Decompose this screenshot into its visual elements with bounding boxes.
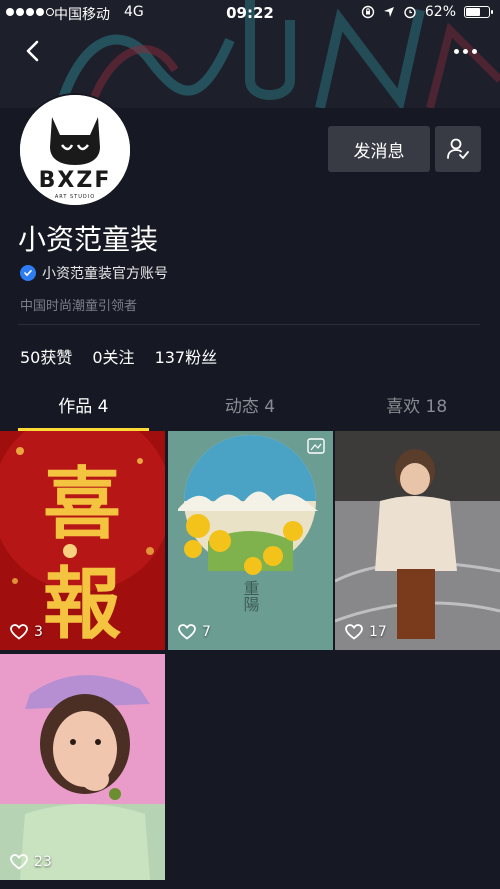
- thumbnail-art: [335, 431, 500, 650]
- like-count-value: 3: [34, 624, 43, 640]
- stat-likes: 50获赞: [20, 348, 73, 367]
- video-thumbnail[interactable]: 17: [335, 431, 500, 650]
- verified-row: 小资范童装官方账号: [20, 263, 168, 283]
- display-name: 小资范童装: [18, 223, 159, 256]
- chevron-left-icon: [26, 40, 39, 62]
- like-count: 23: [10, 854, 52, 870]
- like-count: 17: [345, 624, 387, 640]
- logo-subtext: ART STUDIO: [55, 194, 95, 200]
- video-thumbnail[interactable]: 重陽 7: [168, 431, 333, 650]
- tab-likes[interactable]: 喜欢 18: [333, 385, 500, 429]
- follow-button[interactable]: [435, 126, 481, 172]
- stat-following[interactable]: 0关注: [92, 344, 134, 368]
- heart-icon: [178, 624, 196, 640]
- like-count: 7: [178, 624, 211, 640]
- profile-tabs: 作品 4 动态 4 喜欢 18: [0, 385, 500, 431]
- verified-label: 小资范童装官方账号: [42, 266, 168, 282]
- like-count: 3: [10, 624, 43, 640]
- video-thumbnail[interactable]: 喜 報 3: [0, 431, 165, 650]
- overlay-text-bao: 報: [43, 559, 121, 650]
- more-dot: [453, 48, 459, 54]
- back-button[interactable]: [18, 36, 48, 66]
- logo-text: BXZF: [39, 168, 112, 193]
- status-bar: 中国移动 4G 09:22 62%: [0, 0, 500, 26]
- divider: [18, 324, 480, 325]
- thumbnail-art: 喜 報: [0, 431, 165, 650]
- location-icon: [383, 7, 394, 17]
- video-thumbnail[interactable]: 23: [0, 654, 165, 880]
- thumbnail-art: 重陽: [168, 431, 333, 650]
- verified-icon: [20, 265, 36, 281]
- heart-icon: [345, 624, 363, 640]
- overlay-text-xi: 喜: [43, 459, 121, 550]
- overlay-text-chongyang: 重陽: [241, 580, 260, 612]
- bio: 中国时尚潮童引领者: [20, 299, 138, 314]
- battery-icon: [464, 6, 493, 18]
- like-count-value: 23: [34, 854, 52, 870]
- alarm-icon: [404, 6, 416, 19]
- avatar[interactable]: BXZF ART STUDIO: [18, 93, 132, 207]
- brand-logo: BXZF ART STUDIO: [20, 95, 130, 205]
- stat-followers[interactable]: 137粉丝: [155, 344, 218, 368]
- more-dot: [462, 48, 468, 54]
- heart-icon: [10, 854, 28, 870]
- battery-percent: 62%: [424, 4, 456, 20]
- like-count-value: 7: [202, 624, 211, 640]
- user-follow-icon: [447, 138, 469, 159]
- thumbnail-art: [0, 654, 165, 880]
- tab-posts[interactable]: 动态 4: [167, 385, 334, 429]
- status-icons: 62%: [361, 4, 493, 20]
- heart-icon: [10, 624, 28, 640]
- battery-level: [466, 8, 480, 16]
- tab-works[interactable]: 作品 4: [0, 385, 167, 431]
- like-count-value: 17: [369, 624, 387, 640]
- more-options-button[interactable]: [450, 38, 480, 64]
- more-dot: [471, 48, 477, 54]
- send-message-button[interactable]: 发消息: [328, 126, 430, 172]
- orientation-lock-icon: [361, 5, 375, 19]
- stats-row: 50获赞 0关注 137粉丝: [20, 344, 217, 368]
